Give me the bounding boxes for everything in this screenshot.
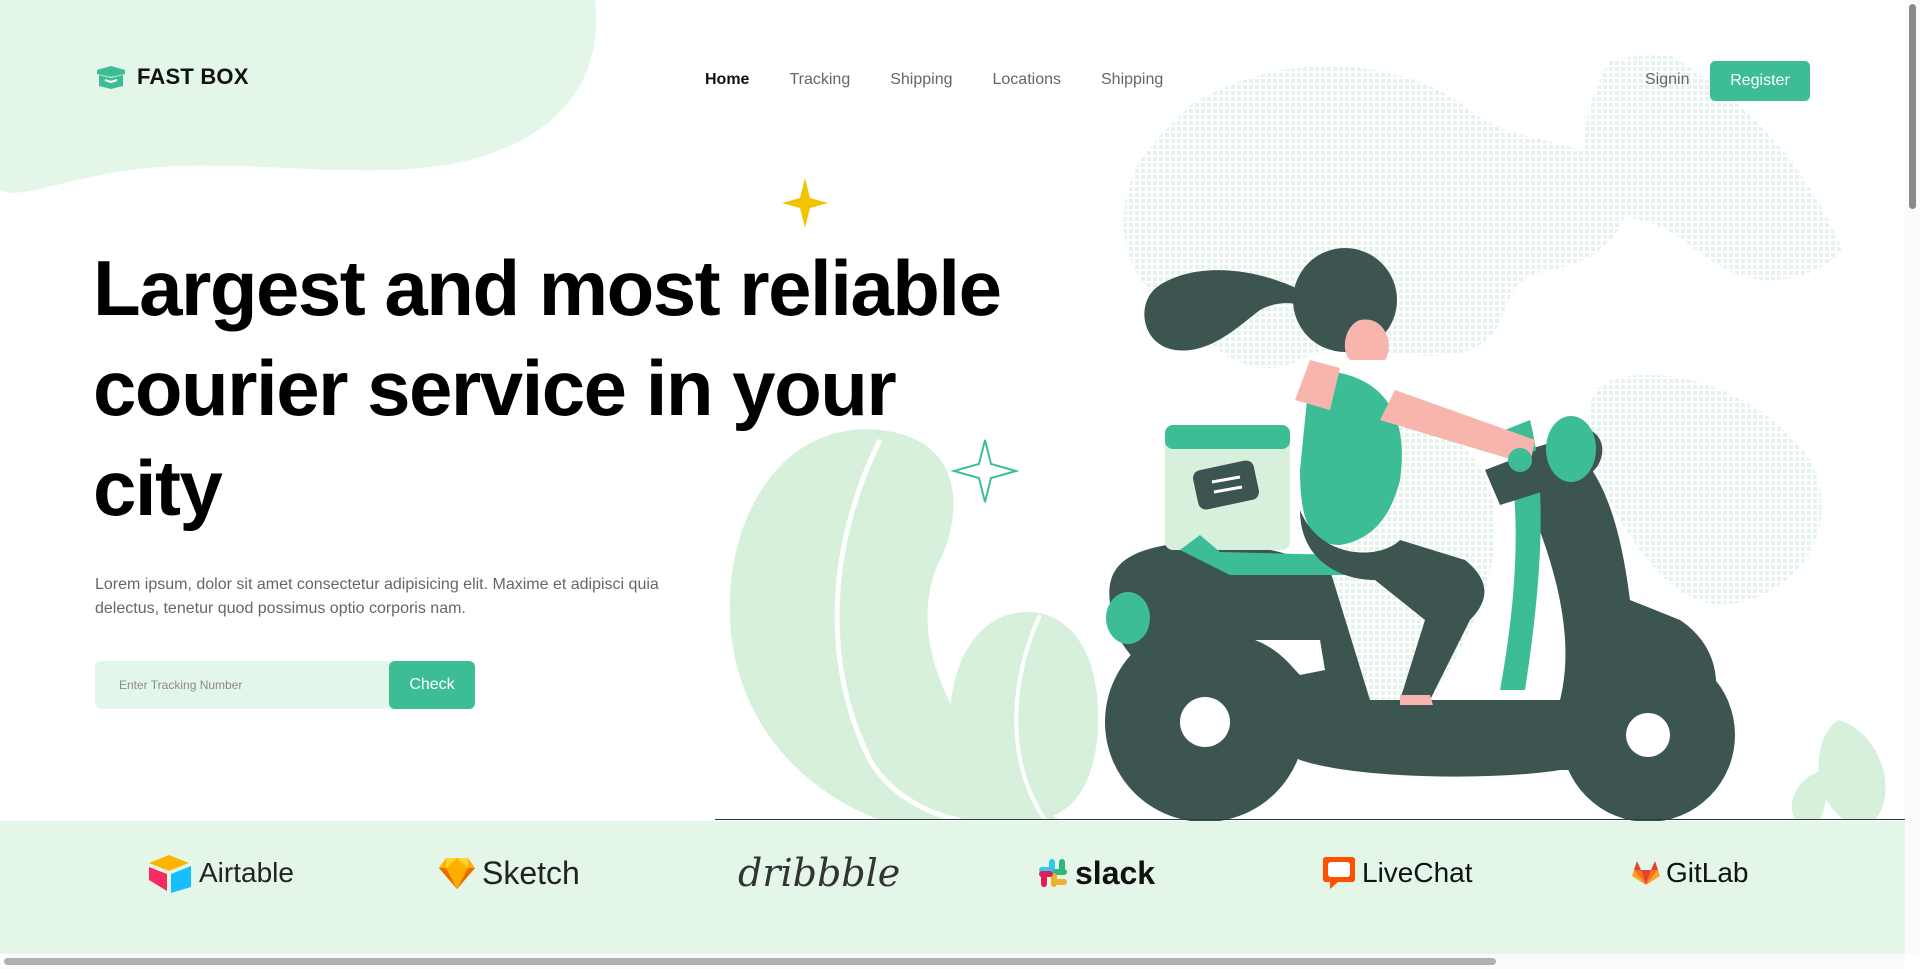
gitlab-logo-icon <box>1632 861 1660 885</box>
tracking-number-input[interactable] <box>95 661 395 709</box>
brand-livechat[interactable]: LiveChat <box>1322 853 1473 893</box>
sparkle-icon <box>782 178 828 228</box>
nav-home[interactable]: Home <box>705 71 749 89</box>
vertical-scrollbar[interactable] <box>1905 0 1920 954</box>
brand-gitlab[interactable]: GitLab <box>1632 853 1749 893</box>
hero-title-line: Largest and most reliable <box>93 244 1002 332</box>
brand-airtable[interactable]: Airtable <box>147 853 294 893</box>
slack-logo-icon <box>1039 859 1067 887</box>
nav-locations[interactable]: Locations <box>993 71 1062 89</box>
check-button[interactable]: Check <box>389 661 475 709</box>
sketch-logo-icon <box>439 858 475 889</box>
ground-line <box>715 819 1905 820</box>
hero-title-line: courier service in your <box>93 344 897 432</box>
nav-shipping-2[interactable]: Shipping <box>1101 71 1163 89</box>
brand-slack[interactable]: slack <box>1037 853 1155 893</box>
hero-description-line: Lorem ipsum, dolor sit amet consectetur … <box>95 576 659 593</box>
main-nav: Home Tracking Shipping Locations Shippin… <box>705 71 1163 89</box>
hero-description: Lorem ipsum, dolor sit amet consectetur … <box>95 573 695 621</box>
brand-dribbble[interactable]: dribbble <box>732 851 901 895</box>
livechat-logo-icon <box>1323 857 1355 889</box>
horizontal-scrollbar[interactable] <box>0 954 1905 969</box>
hero-title-line: city <box>93 444 223 532</box>
brand-name: LiveChat <box>1362 857 1473 888</box>
box-icon <box>97 66 125 89</box>
tracking-form: Check <box>95 661 475 709</box>
brand-name: GitLab <box>1666 857 1749 888</box>
brand-name: Sketch <box>482 854 580 891</box>
nav-tracking[interactable]: Tracking <box>789 71 850 89</box>
airtable-logo-icon <box>149 855 191 893</box>
scrollbar-thumb[interactable] <box>4 958 1496 965</box>
brand-sketch[interactable]: Sketch <box>438 853 580 893</box>
brand-name: FAST BOX <box>137 64 249 89</box>
nav-shipping[interactable]: Shipping <box>890 71 952 89</box>
brand-name: dribbble <box>738 851 901 895</box>
signin-link[interactable]: Signin <box>1645 71 1689 89</box>
register-button[interactable]: Register <box>1710 61 1810 101</box>
brand-name: slack <box>1075 854 1156 891</box>
brand-strip: Airtable Sketch dribbble slack LiveChat … <box>0 821 1905 955</box>
hero-title: Largest and most reliable courier servic… <box>93 238 1053 538</box>
site-header: FAST BOX Home Tracking Shipping Location… <box>0 0 1905 160</box>
brand-logo[interactable]: FAST BOX <box>95 64 249 90</box>
brand-name: Airtable <box>199 857 294 888</box>
scrollbar-thumb[interactable] <box>1909 4 1916 209</box>
hero-description-line: delectus, tenetur quod possimus optio co… <box>95 600 466 617</box>
